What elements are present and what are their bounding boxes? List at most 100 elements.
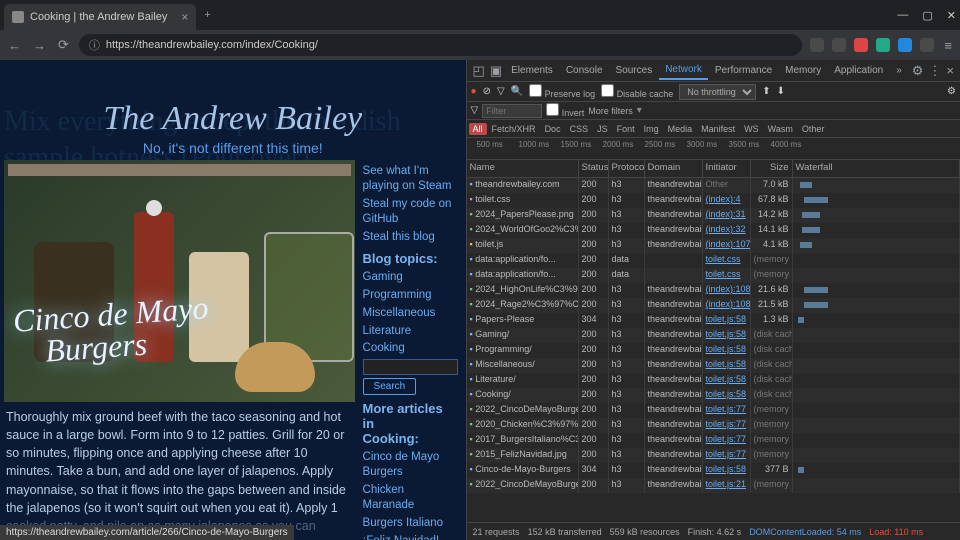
window-minimize[interactable]: — [897,9,908,22]
network-request-row[interactable]: ▪ Gaming/200h3theandrewbail...toilet.js:… [467,328,960,343]
extension-icon[interactable] [810,38,824,52]
request-initiator[interactable]: (index):108 [703,283,751,298]
request-initiator[interactable]: toilet.js:58 [703,388,751,403]
back-button[interactable]: ← [6,36,23,55]
network-request-row[interactable]: ▪ 2015_FelizNavidad.jpg200h3theandrewbai… [467,448,960,463]
column-header-domain[interactable]: Domain [645,160,703,177]
column-header-initiator[interactable]: Initiator [703,160,751,177]
column-header-protocol[interactable]: Protocol [609,160,645,177]
more-filters[interactable]: More filters [588,106,633,116]
sidebar-topic-link[interactable]: Miscellaneous [363,306,458,321]
request-initiator[interactable]: (index):4 [703,193,751,208]
network-request-row[interactable]: ▪ toilet.css200h3theandrewbail...(index)… [467,193,960,208]
site-info-icon[interactable]: ⓘ [89,37,100,53]
sidebar-article-link[interactable]: Cinco de Mayo Burgers [363,450,458,480]
request-initiator[interactable]: toilet.css [703,253,751,268]
filter-icon[interactable]: ▽ [497,86,505,97]
column-header-waterfall[interactable]: Waterfall [793,160,960,177]
clear-icon[interactable]: ⊘ [483,86,491,97]
network-request-row[interactable]: ▪ Papers-Please304h3theandrewbail...toil… [467,313,960,328]
request-initiator[interactable]: (index):107 [703,238,751,253]
window-maximize[interactable]: ▢ [922,9,932,22]
sidebar-article-link[interactable]: Chicken Maranade [363,483,458,513]
request-initiator[interactable]: toilet.js:58 [703,343,751,358]
network-request-row[interactable]: ▪ 2017_BurgersItaliano%C3%97%...200h3the… [467,433,960,448]
column-header-name[interactable]: Name [467,160,579,177]
devtools-tab-application[interactable]: Application [828,62,889,79]
request-initiator[interactable]: toilet.js:21 [703,478,751,493]
sidebar-link[interactable]: See what I'm playing on Steam [363,164,458,194]
request-initiator[interactable]: toilet.js:77 [703,433,751,448]
sidebar-topic-link[interactable]: Programming [363,288,458,303]
filter-type-css[interactable]: CSS [566,123,593,135]
filter-type-other[interactable]: Other [798,123,829,135]
invert-checkbox[interactable]: Invert [546,103,584,118]
menu-icon[interactable]: ≡ [942,36,954,55]
filter-icon[interactable]: ▽ [471,105,479,116]
network-timeline[interactable]: 500 ms1000 ms1500 ms2000 ms2500 ms3000 m… [467,138,960,160]
devtools-tab-console[interactable]: Console [560,62,609,79]
filter-type-js[interactable]: JS [593,123,612,135]
devtools-menu-icon[interactable]: ⋮ [926,61,943,81]
settings-icon[interactable]: ⚙ [947,86,956,97]
network-request-row[interactable]: ▪ 2022_CincoDeMayoBurgers%C3...200h3thea… [467,478,960,493]
extension-icon[interactable] [920,38,934,52]
extension-icon[interactable] [876,38,890,52]
network-request-row[interactable]: ▪ Cooking/200h3theandrewbail...toilet.js… [467,388,960,403]
request-initiator[interactable]: toilet.js:58 [703,328,751,343]
search-icon[interactable]: 🔍 [511,86,523,97]
filter-input[interactable] [482,104,542,118]
network-request-row[interactable]: ▪ Cinco-de-Mayo-Burgers304h3theandrewbai… [467,463,960,478]
sidebar-article-link[interactable]: ¡Feliz Navidad! [363,534,458,540]
device-icon[interactable]: ▣ [488,61,504,81]
network-request-row[interactable]: ▪ Programming/200h3theandrewbail...toile… [467,343,960,358]
filter-type-all[interactable]: All [469,123,487,135]
search-input[interactable] [363,359,458,375]
sidebar-topic-link[interactable]: Literature [363,324,458,339]
filter-type-fetch-xhr[interactable]: Fetch/XHR [488,123,540,135]
devtools-tab-performance[interactable]: Performance [709,62,778,79]
site-title[interactable]: The Andrew Bailey [0,100,466,138]
request-initiator[interactable]: toilet.js:77 [703,448,751,463]
request-initiator[interactable]: (index):32 [703,223,751,238]
sidebar-link[interactable]: Steal my code on GitHub [363,197,458,227]
request-initiator[interactable]: toilet.js:58 [703,313,751,328]
devtools-settings-icon[interactable]: ⚙ [910,61,926,81]
column-header-size[interactable]: Size [751,160,793,177]
request-initiator[interactable]: toilet.js:77 [703,418,751,433]
devtools-tab-network[interactable]: Network [659,61,708,80]
ublock-icon[interactable] [854,38,868,52]
request-initiator[interactable]: toilet.js:58 [703,463,751,478]
new-tab-button[interactable]: + [196,9,218,21]
filter-type-ws[interactable]: WS [740,123,763,135]
filter-type-img[interactable]: Img [640,123,663,135]
request-initiator[interactable]: toilet.js:58 [703,373,751,388]
sidebar-link[interactable]: Steal this blog [363,230,458,245]
browser-tab[interactable]: Cooking | the Andrew Bailey × [4,4,196,30]
extension-icon[interactable] [898,38,912,52]
download-icon[interactable]: ⬇ [777,86,785,97]
devtools-tab-memory[interactable]: Memory [779,62,827,79]
network-request-row[interactable]: ▪ 2024_Rage2%C3%97%C2%B0...200h3theandre… [467,298,960,313]
devtools-close-icon[interactable]: × [944,61,956,80]
forward-button[interactable]: → [31,36,48,55]
request-initiator[interactable]: (index):31 [703,208,751,223]
filter-type-doc[interactable]: Doc [541,123,565,135]
sidebar-topic-link[interactable]: Cooking [363,341,458,356]
request-initiator[interactable]: toilet.css [703,268,751,283]
network-request-row[interactable]: ▪ 2024_WorldOfGoo2%C3%97%C...200h3theand… [467,223,960,238]
inspect-icon[interactable]: ◰ [471,61,487,81]
hero-image[interactable]: Cinco de Mayo Burgers [4,160,355,402]
throttling-select[interactable]: No throttling [679,84,756,100]
more-tabs-icon[interactable]: » [890,62,908,79]
network-request-row[interactable]: ▪ data:application/fo...200datatoilet.cs… [467,268,960,283]
sidebar-article-link[interactable]: Burgers Italiano [363,516,458,531]
search-button[interactable]: Search [363,378,417,395]
network-request-row[interactable]: ▪ 2024_HighOnLife%C3%97%C2...200h3theand… [467,283,960,298]
extension-icon[interactable] [832,38,846,52]
filter-type-wasm[interactable]: Wasm [764,123,797,135]
address-bar[interactable]: ⓘ https://theandrewbailey.com/index/Cook… [79,34,803,56]
preserve-log-checkbox[interactable]: Preserve log [529,84,595,99]
tab-close-icon[interactable]: × [181,10,188,24]
sidebar-topic-link[interactable]: Gaming [363,270,458,285]
